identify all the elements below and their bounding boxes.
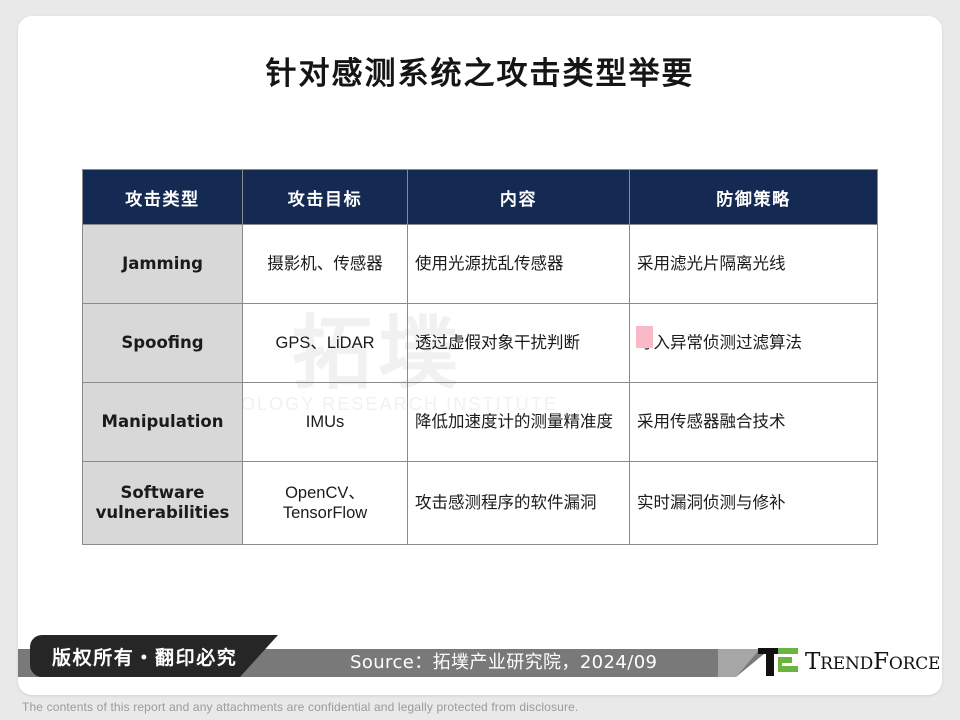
table-row: Jamming 摄影机、传感器 使用光源扰乱传感器 采用滤光片隔离光线 <box>82 224 878 304</box>
cell-attack-target: 摄影机、传感器 <box>242 224 408 304</box>
trendforce-logo-icon <box>758 648 798 676</box>
table-row: Manipulation IMUs 降低加速度计的测量精准度 采用传感器融合技术 <box>82 382 878 462</box>
table-row: Spoofing GPS、LiDAR 透过虚假对象干扰判断 导入异常侦测过滤算法 <box>82 303 878 383</box>
column-header-attack-target: 攻击目标 <box>242 169 408 225</box>
cell-attack-type: Jamming <box>82 224 243 304</box>
column-header-content: 内容 <box>407 169 630 225</box>
trendforce-logo: TRENDFORCE <box>758 645 940 679</box>
cell-defense-strategy: 采用传感器融合技术 <box>629 382 878 462</box>
cell-attack-target: OpenCV、TensorFlow <box>242 461 408 545</box>
cell-content: 攻击感测程序的软件漏洞 <box>407 461 630 545</box>
disclaimer-text: The contents of this report and any atta… <box>22 700 579 714</box>
cell-attack-target: IMUs <box>242 382 408 462</box>
attack-types-table: 攻击类型 攻击目标 内容 防御策略 Jamming 摄影机、传感器 使用光源扰乱… <box>82 169 878 545</box>
copyright-badge: 版权所有・翻印必究 <box>30 635 278 677</box>
trendforce-logo-text: TRENDFORCE <box>805 649 940 675</box>
column-header-defense-strategy: 防御策略 <box>629 169 878 225</box>
cell-defense-strategy: 采用滤光片隔离光线 <box>629 224 878 304</box>
cell-attack-type: Software vulnerabilities <box>82 461 243 545</box>
cell-attack-type: Spoofing <box>82 303 243 383</box>
cell-attack-type: Manipulation <box>82 382 243 462</box>
cell-content: 透过虚假对象干扰判断 <box>407 303 630 383</box>
cell-defense-strategy: 导入异常侦测过滤算法 <box>629 303 878 383</box>
pink-artifact-square <box>636 326 653 348</box>
source-caption: Source：拓墣产业研究院，2024/09 <box>350 652 658 673</box>
cell-attack-target: GPS、LiDAR <box>242 303 408 383</box>
table-row: Software vulnerabilities OpenCV、TensorFl… <box>82 461 878 545</box>
cell-content: 降低加速度计的测量精准度 <box>407 382 630 462</box>
table-header-row: 攻击类型 攻击目标 内容 防御策略 <box>82 169 878 225</box>
slide-canvas: 针对感测系统之攻击类型举要 拓墣 TOPOLOGY RESEARCH INSTI… <box>18 16 942 695</box>
page-title: 针对感测系统之攻击类型举要 <box>265 56 695 92</box>
column-header-attack-type: 攻击类型 <box>82 169 243 225</box>
cell-defense-strategy: 实时漏洞侦测与修补 <box>629 461 878 545</box>
footer-bar: 版权所有・翻印必究 Source：拓墣产业研究院，2024/09 TRENDFO… <box>18 635 942 695</box>
logo-word-full: TRENDFORCE <box>805 649 941 675</box>
copyright-text: 版权所有・翻印必究 <box>52 646 238 669</box>
cell-content: 使用光源扰乱传感器 <box>407 224 630 304</box>
